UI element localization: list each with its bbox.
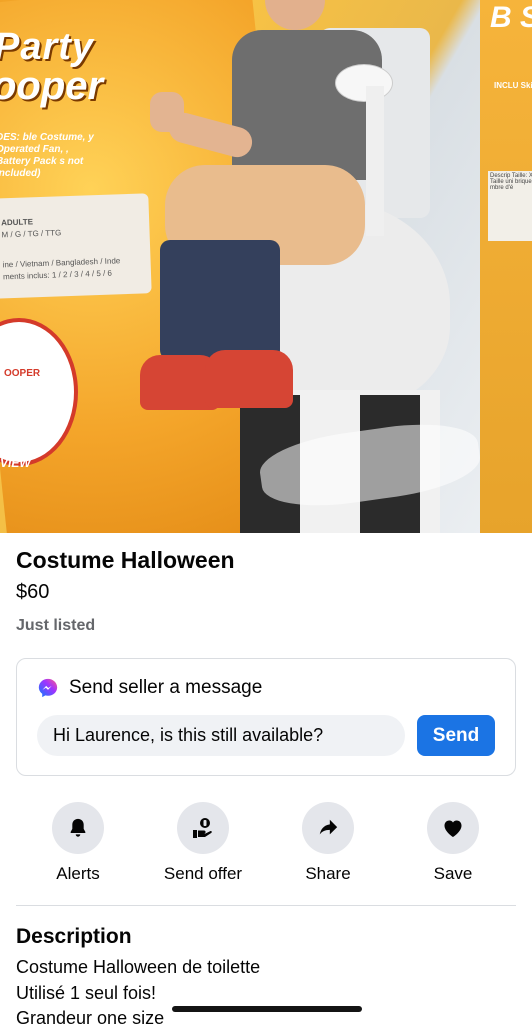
share-button[interactable] <box>302 802 354 854</box>
message-input[interactable] <box>37 715 405 756</box>
listing-status: Just listed <box>16 617 96 634</box>
save-label: Save <box>433 864 473 883</box>
size-values: M / G / TG / TTG <box>1 228 62 240</box>
send-offer-action[interactable]: Send offer <box>143 802 263 884</box>
head <box>265 0 325 30</box>
size-label: ADULTE <box>0 217 34 228</box>
description-line: Grandeur one size <box>16 1008 165 1028</box>
message-heading: Send seller a message <box>69 677 263 698</box>
send-offer-button[interactable] <box>177 802 229 854</box>
package-brand-line2: ooper <box>0 64 104 108</box>
toilet-paper-strip <box>366 86 384 236</box>
jeans <box>160 240 280 360</box>
alerts-button[interactable] <box>52 802 104 854</box>
package-includes: DES: ble Costume, y Operated Fan, , Batt… <box>0 132 94 179</box>
offer-hand-icon <box>193 818 212 838</box>
messenger-icon <box>38 678 58 698</box>
listing-price: $60 <box>16 581 50 603</box>
shoe-right <box>205 350 293 408</box>
elements-text: ments inclus: 1 / 2 / 3 / 4 / 5 / 6 <box>2 268 113 282</box>
share-label: Share <box>305 864 351 883</box>
badge-text: OOPER <box>4 368 41 379</box>
right-includes: INCLU Skinsu <box>494 81 532 90</box>
message-header: Send seller a message <box>37 677 262 699</box>
package-right: B S INCLU Skinsu Descrip Taille: XS Tail… <box>480 0 532 533</box>
package-view-text: VIEW <box>0 456 31 470</box>
send-offer-label: Send offer <box>163 864 243 883</box>
package-size-card: ADULTE M / G / TG / TTG ine / Vietnam / … <box>0 193 152 299</box>
message-seller-card: Send seller a message Send <box>16 658 516 776</box>
bell-icon <box>70 818 86 837</box>
section-divider <box>16 905 516 906</box>
right-brand: B S <box>490 1 532 34</box>
product-photo[interactable]: Party ooper DES: ble Costume, y Operated… <box>0 0 532 533</box>
origin-text: ine / Vietnam / Bangladesh / Inde <box>2 256 121 270</box>
alerts-action[interactable]: Alerts <box>18 802 138 884</box>
share-arrow-icon <box>319 819 338 835</box>
shirt <box>232 30 382 180</box>
package-brand-line1: Party <box>0 26 95 68</box>
description-heading: Description <box>16 925 132 948</box>
save-button[interactable] <box>427 802 479 854</box>
right-description: Descrip Taille: XS Taille uni brique à m… <box>488 171 532 241</box>
home-indicator[interactable] <box>172 1006 362 1012</box>
toilet-paper-roll <box>335 64 393 102</box>
save-action[interactable]: Save <box>393 802 513 884</box>
listing-title: Costume Halloween <box>16 547 235 573</box>
description-line: Costume Halloween de toilette <box>16 957 261 977</box>
heart-icon <box>444 820 462 837</box>
thumbs-up-hand <box>150 92 184 132</box>
share-action[interactable]: Share <box>268 802 388 884</box>
send-button[interactable]: Send <box>417 715 495 756</box>
description-line: Utilisé 1 seul fois! <box>16 983 157 1003</box>
action-row: Alerts Send offer Share Save <box>0 802 532 892</box>
alerts-label: Alerts <box>56 864 100 883</box>
